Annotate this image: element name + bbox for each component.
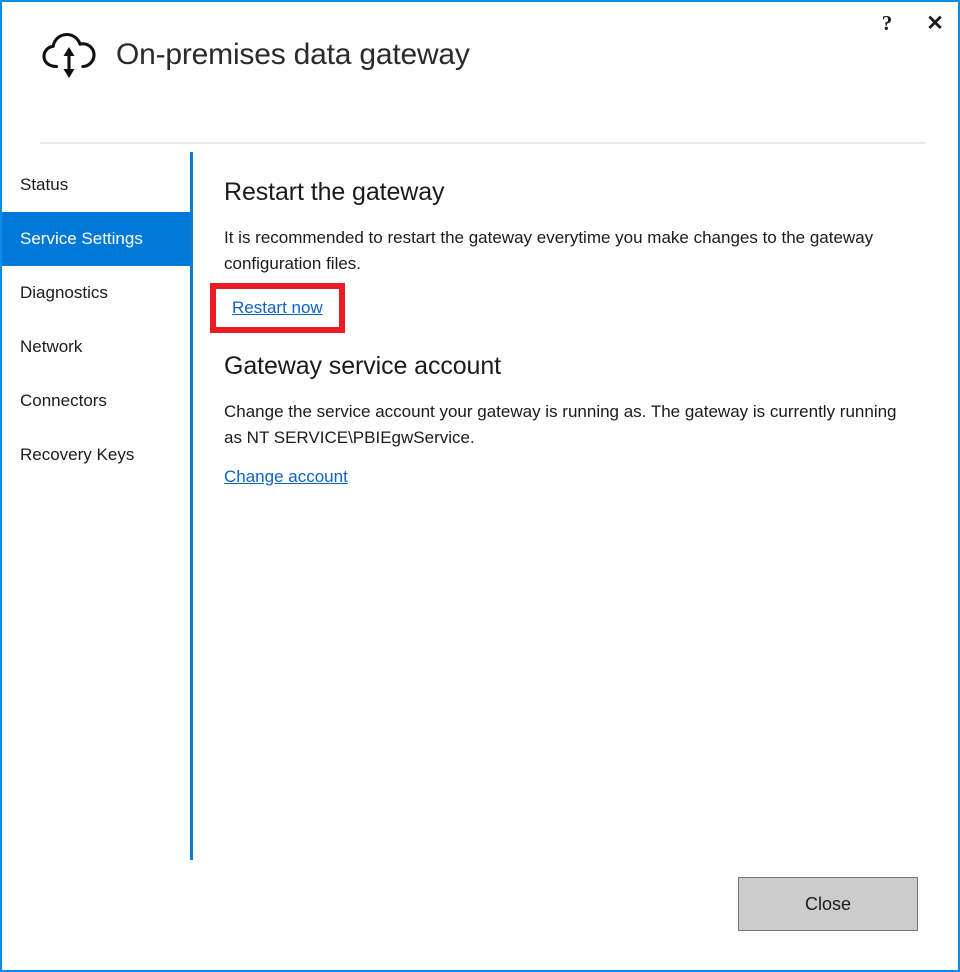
app-brand: On-premises data gateway xyxy=(40,30,470,80)
restart-gateway-heading: Restart the gateway xyxy=(224,178,444,207)
sidebar-item-label: Service Settings xyxy=(20,229,143,249)
sidebar-item-label: Status xyxy=(20,175,68,195)
help-icon[interactable]: ? xyxy=(872,8,902,38)
gateway-service-account-description: Change the service account your gateway … xyxy=(224,399,918,451)
close-button[interactable]: Close xyxy=(738,877,918,931)
change-account-link[interactable]: Change account xyxy=(224,467,348,487)
sidebar-item-network[interactable]: Network xyxy=(2,320,190,374)
sidebar-item-label: Connectors xyxy=(20,391,107,411)
sidebar-nav: Status Service Settings Diagnostics Netw… xyxy=(2,158,190,482)
restart-gateway-description: It is recommended to restart the gateway… xyxy=(224,225,900,277)
window-controls: ? ✕ xyxy=(872,8,950,38)
sidebar-item-label: Recovery Keys xyxy=(20,445,134,465)
close-icon[interactable]: ✕ xyxy=(920,8,950,38)
sidebar-item-service-settings[interactable]: Service Settings xyxy=(2,212,190,266)
sidebar-item-status[interactable]: Status xyxy=(2,158,190,212)
title-bar: ? ✕ On-premises data gateway xyxy=(2,2,958,141)
sidebar-item-diagnostics[interactable]: Diagnostics xyxy=(2,266,190,320)
cloud-sync-icon xyxy=(40,30,98,80)
sidebar-item-label: Diagnostics xyxy=(20,283,108,303)
sidebar-item-recovery-keys[interactable]: Recovery Keys xyxy=(2,428,190,482)
sidebar-item-connectors[interactable]: Connectors xyxy=(2,374,190,428)
gateway-service-account-heading: Gateway service account xyxy=(224,352,501,381)
page-title: On-premises data gateway xyxy=(116,38,470,72)
restart-now-highlight-box: Restart now xyxy=(210,283,345,333)
sidebar-divider xyxy=(190,152,193,860)
restart-now-link[interactable]: Restart now xyxy=(232,298,323,318)
header-divider xyxy=(40,142,926,144)
sidebar-item-label: Network xyxy=(20,337,82,357)
gateway-configuration-window: ? ✕ On-premises data gateway Status Serv… xyxy=(0,0,960,972)
